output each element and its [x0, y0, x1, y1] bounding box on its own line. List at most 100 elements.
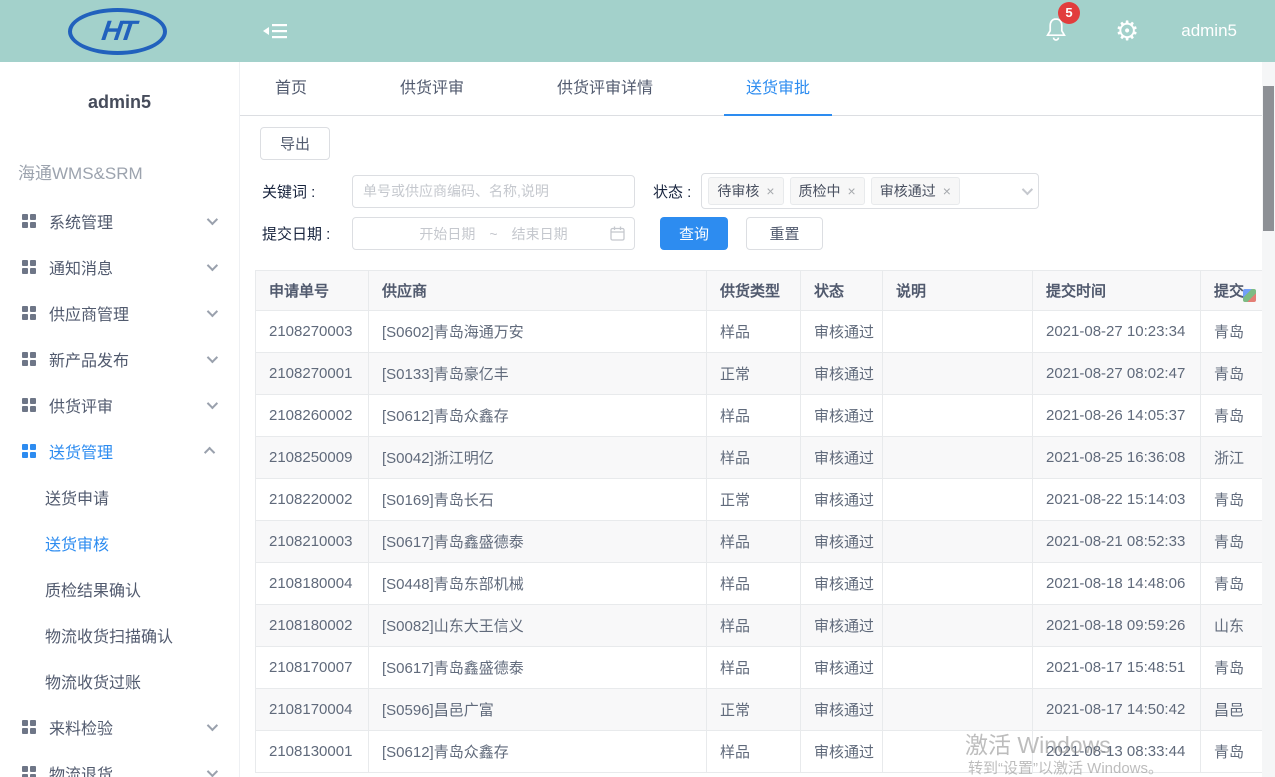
grid-icon — [22, 214, 36, 228]
sidebar-item-new-product-release[interactable]: 新产品发布 — [0, 336, 239, 382]
tab-supply-review-detail[interactable]: 供货评审详情 — [557, 62, 653, 116]
sidebar-item-notifications[interactable]: 通知消息 — [0, 244, 239, 290]
column-settings-icon[interactable] — [1243, 289, 1256, 302]
table-row[interactable]: 2108180004 [S0448]青岛东部机械 样品 审核通过 2021-08… — [256, 563, 1263, 605]
grid-icon — [22, 766, 36, 777]
cell-supplier: [S0612]青岛众鑫存 — [369, 395, 707, 437]
cell-status: 审核通过 — [801, 437, 883, 479]
cell-note — [883, 563, 1033, 605]
close-icon[interactable]: × — [943, 184, 951, 198]
col-header-status: 状态 — [801, 271, 883, 311]
chevron-down-icon — [207, 766, 218, 777]
cell-request-no: 2108180002 — [256, 605, 369, 647]
chevron-down-icon — [207, 260, 218, 271]
cell-supplier: [S0596]昌邑广富 — [369, 689, 707, 731]
grid-icon — [22, 352, 36, 366]
settings-gear-icon[interactable]: ⚙ — [1115, 18, 1139, 45]
sidebar-item-system-management[interactable]: 系统管理 — [0, 198, 239, 244]
sidebar-item-supplier-management[interactable]: 供应商管理 — [0, 290, 239, 336]
cell-submit-dest: 浙江 — [1201, 437, 1263, 479]
table-row[interactable]: 2108260002 [S0612]青岛众鑫存 样品 审核通过 2021-08-… — [256, 395, 1263, 437]
tab-supply-review[interactable]: 供货评审 — [400, 62, 464, 116]
cell-status: 审核通过 — [801, 311, 883, 353]
sidebar-subitem-logistics-posting[interactable]: 物流收货过账 — [0, 658, 239, 704]
cell-submit-dest: 青岛 — [1201, 521, 1263, 563]
cell-submit-time: 2021-08-26 14:05:37 — [1033, 395, 1201, 437]
sidebar-item-supply-review[interactable]: 供货评审 — [0, 382, 239, 428]
cell-status: 审核通过 — [801, 479, 883, 521]
sidebar: admin5 海通WMS&SRM 系统管理 通知消息 供应商管理 新产品发布 供… — [0, 62, 240, 777]
tab-delivery-approval[interactable]: 送货审批 — [746, 62, 810, 116]
table-row[interactable]: 2108270001 [S0133]青岛豪亿丰 正常 审核通过 2021-08-… — [256, 353, 1263, 395]
keyword-label: 关键词 : — [262, 181, 352, 202]
sidebar-subitem-delivery-apply[interactable]: 送货申请 — [0, 474, 239, 520]
table-row[interactable]: 2108220002 [S0169]青岛长石 正常 审核通过 2021-08-2… — [256, 479, 1263, 521]
cell-supplier: [S0602]青岛海通万安 — [369, 311, 707, 353]
cell-note — [883, 731, 1033, 773]
cell-supply-type: 正常 — [707, 479, 801, 521]
date-label: 提交日期 : — [262, 223, 352, 244]
cell-status: 审核通过 — [801, 395, 883, 437]
data-table-wrap: 申请单号 供应商 供货类型 状态 说明 提交时间 提交 2108270003 [… — [255, 270, 1262, 777]
header-username[interactable]: admin5 — [1181, 21, 1237, 41]
status-tag-approved[interactable]: 审核通过 × — [871, 177, 960, 205]
sidebar-item-incoming-inspection[interactable]: 来料检验 — [0, 704, 239, 750]
table-row[interactable]: 2108270003 [S0602]青岛海通万安 样品 审核通过 2021-08… — [256, 311, 1263, 353]
keyword-input[interactable] — [352, 175, 635, 208]
notification-bell-icon[interactable]: 5 — [1045, 16, 1067, 47]
status-tag-inspecting[interactable]: 质检中 × — [790, 177, 865, 205]
reset-button[interactable]: 重置 — [746, 217, 823, 250]
status-tag-pending[interactable]: 待审核 × — [708, 177, 783, 205]
cell-note — [883, 395, 1033, 437]
cell-submit-dest: 青岛 — [1201, 647, 1263, 689]
scrollbar-thumb[interactable] — [1263, 86, 1274, 231]
cell-submit-time: 2021-08-18 14:48:06 — [1033, 563, 1201, 605]
cell-supplier: [S0617]青岛鑫盛德泰 — [369, 521, 707, 563]
sidebar-collapse-icon[interactable] — [263, 21, 289, 41]
cell-supplier: [S0082]山东大王信义 — [369, 605, 707, 647]
grid-icon — [22, 720, 36, 734]
table-row[interactable]: 2108210003 [S0617]青岛鑫盛德泰 样品 审核通过 2021-08… — [256, 521, 1263, 563]
cell-supply-type: 样品 — [707, 731, 801, 773]
main-content: 首页 供货评审 供货评审详情 送货审批 导出 关键词 : 状态 : 待审核 × … — [240, 62, 1275, 777]
table-row[interactable]: 2108130001 [S0612]青岛众鑫存 样品 审核通过 2021-08-… — [256, 731, 1263, 773]
date-end-placeholder: 结束日期 — [512, 224, 568, 244]
cell-status: 审核通过 — [801, 563, 883, 605]
sidebar-subitem-logistics-scan-confirm[interactable]: 物流收货扫描确认 — [0, 612, 239, 658]
cell-request-no: 2108250009 — [256, 437, 369, 479]
table-row[interactable]: 2108180002 [S0082]山东大王信义 样品 审核通过 2021-08… — [256, 605, 1263, 647]
cell-submit-dest: 青岛 — [1201, 731, 1263, 773]
table-row[interactable]: 2108250009 [S0042]浙江明亿 样品 审核通过 2021-08-2… — [256, 437, 1263, 479]
grid-icon — [22, 306, 36, 320]
cell-request-no: 2108260002 — [256, 395, 369, 437]
cell-supply-type: 正常 — [707, 353, 801, 395]
cell-submit-time: 2021-08-21 08:52:33 — [1033, 521, 1201, 563]
page-scrollbar[interactable] — [1262, 62, 1275, 777]
cell-submit-dest: 青岛 — [1201, 563, 1263, 605]
status-multiselect[interactable]: 待审核 × 质检中 × 审核通过 × — [701, 173, 1039, 209]
tab-home[interactable]: 首页 — [275, 62, 307, 116]
cell-note — [883, 605, 1033, 647]
dropdown-chevron-icon[interactable] — [1022, 184, 1033, 195]
sidebar-subitem-delivery-audit[interactable]: 送货审核 — [0, 520, 239, 566]
cell-note — [883, 479, 1033, 521]
grid-icon — [22, 444, 36, 458]
cell-status: 审核通过 — [801, 353, 883, 395]
cell-note — [883, 647, 1033, 689]
notification-badge: 5 — [1058, 2, 1080, 24]
sidebar-item-logistics-return[interactable]: 物流退货 — [0, 750, 239, 777]
cell-supply-type: 样品 — [707, 521, 801, 563]
cell-submit-time: 2021-08-18 09:59:26 — [1033, 605, 1201, 647]
cell-note — [883, 437, 1033, 479]
close-icon[interactable]: × — [848, 184, 856, 198]
export-button[interactable]: 导出 — [260, 127, 330, 160]
sidebar-item-delivery-management[interactable]: 送货管理 — [0, 428, 239, 474]
table-row[interactable]: 2108170007 [S0617]青岛鑫盛德泰 样品 审核通过 2021-08… — [256, 647, 1263, 689]
search-button[interactable]: 查询 — [660, 217, 728, 250]
table-row[interactable]: 2108170004 [S0596]昌邑广富 正常 审核通过 2021-08-1… — [256, 689, 1263, 731]
date-range-input[interactable]: 开始日期 ~ 结束日期 — [352, 217, 635, 250]
cell-supplier: [S0042]浙江明亿 — [369, 437, 707, 479]
close-icon[interactable]: × — [766, 184, 774, 198]
sidebar-subitem-quality-confirm[interactable]: 质检结果确认 — [0, 566, 239, 612]
delivery-table: 申请单号 供应商 供货类型 状态 说明 提交时间 提交 2108270003 [… — [255, 270, 1262, 773]
